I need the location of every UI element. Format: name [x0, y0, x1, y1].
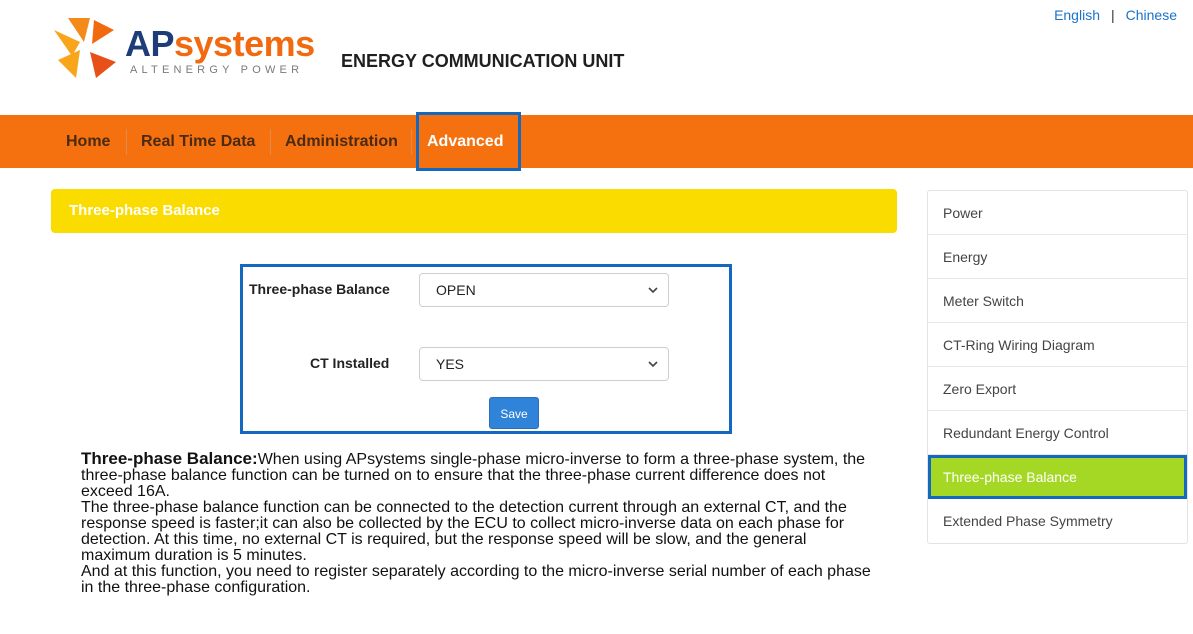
- save-button[interactable]: Save: [489, 397, 539, 429]
- nav-divider: [270, 129, 271, 155]
- nav-divider: [126, 129, 127, 155]
- brand-wordmark: APsystems: [125, 24, 315, 64]
- sidebar-item-extended-phase-symmetry[interactable]: Extended Phase Symmetry: [928, 499, 1187, 543]
- brand-tagline: ALTENERGY POWER: [130, 64, 304, 76]
- description-para2: The three-phase balance function can be …: [81, 499, 847, 564]
- english-link[interactable]: English: [1054, 7, 1100, 23]
- brand-name-part2: systems: [174, 23, 315, 64]
- three-phase-form: Three-phase Balance OPEN CT Installed YE…: [240, 264, 732, 434]
- sidebar-item-power[interactable]: Power: [928, 191, 1187, 235]
- apsystems-logo[interactable]: APsystems ALTENERGY POWER: [50, 12, 320, 82]
- advanced-sidebar: Power Energy Meter Switch CT-Ring Wiring…: [927, 190, 1188, 544]
- description-para1: Three-phase Balance:When using APsystems…: [81, 449, 871, 500]
- balance-select-value: OPEN: [436, 282, 476, 298]
- sidebar-item-three-phase-balance[interactable]: Three-phase Balance: [928, 455, 1187, 499]
- chevron-down-icon: [648, 361, 658, 368]
- balance-label: Three-phase Balance: [249, 281, 390, 297]
- function-description: Three-phase Balance:When using APsystems…: [81, 449, 871, 596]
- sidebar-item-ct-ring-wiring-diagram[interactable]: CT-Ring Wiring Diagram: [928, 323, 1187, 367]
- ct-installed-select[interactable]: YES: [419, 347, 669, 381]
- sidebar-item-redundant-energy-control[interactable]: Redundant Energy Control: [928, 411, 1187, 455]
- nav-administration[interactable]: Administration: [285, 115, 398, 168]
- chevron-down-icon: [648, 287, 658, 294]
- product-title: ENERGY COMMUNICATION UNIT: [341, 51, 625, 71]
- nav-advanced[interactable]: Advanced: [427, 115, 503, 168]
- nav-real-time-data[interactable]: Real Time Data: [141, 115, 255, 168]
- nav-divider: [411, 129, 412, 155]
- sidebar-item-energy[interactable]: Energy: [928, 235, 1187, 279]
- nav-home[interactable]: Home: [66, 115, 110, 168]
- description-heading: Three-phase Balance:: [81, 449, 258, 468]
- language-switch: English | Chinese: [1054, 7, 1177, 23]
- chinese-link[interactable]: Chinese: [1126, 7, 1177, 23]
- section-header: Three-phase Balance: [51, 189, 897, 233]
- ct-installed-label: CT Installed: [310, 355, 390, 371]
- section-title: Three-phase Balance: [69, 202, 220, 219]
- description-para3: And at this function, you need to regist…: [81, 563, 871, 596]
- sidebar-item-meter-switch[interactable]: Meter Switch: [928, 279, 1187, 323]
- main-navbar: Home Real Time Data Administration Advan…: [0, 115, 1193, 168]
- balance-select[interactable]: OPEN: [419, 273, 669, 307]
- apsystems-logo-icon: [54, 18, 116, 78]
- language-separator: |: [1110, 7, 1115, 23]
- brand-name-part1: AP: [125, 23, 175, 64]
- ct-installed-select-value: YES: [436, 356, 465, 372]
- sidebar-item-zero-export[interactable]: Zero Export: [928, 367, 1187, 411]
